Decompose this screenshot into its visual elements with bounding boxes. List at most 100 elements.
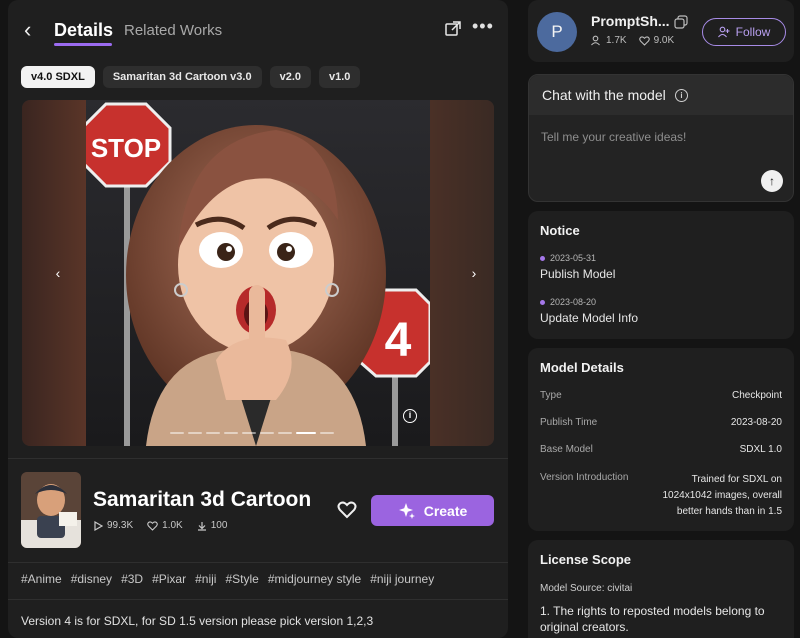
carousel-next-preview bbox=[430, 100, 494, 446]
divider bbox=[8, 562, 508, 563]
top-bar: ‹ Details Related Works ••• bbox=[8, 0, 508, 62]
downloads-count: 100 bbox=[210, 520, 228, 531]
model-thumbnail bbox=[21, 472, 81, 548]
author-stats: 1.7K 9.0K bbox=[591, 35, 674, 46]
model-detail-panel: ‹ Details Related Works ••• v4.0 SDXL Sa… bbox=[8, 0, 508, 638]
tag-link[interactable]: #Style bbox=[225, 572, 258, 586]
carousel-next-icon[interactable]: › bbox=[464, 263, 484, 283]
carousel-dot[interactable] bbox=[224, 432, 238, 434]
author-card: P PromptSh... 1.7K 9.0K Follow bbox=[528, 0, 794, 62]
chat-title: Chat with the model bbox=[542, 87, 666, 103]
notice-title: Notice bbox=[540, 223, 580, 238]
image-info-icon[interactable]: i bbox=[403, 409, 417, 423]
license-card: License Scope Model Source: civitai 1. T… bbox=[528, 540, 794, 638]
favorite-heart-icon[interactable] bbox=[337, 500, 357, 520]
carousel-prev-icon[interactable]: ‹ bbox=[48, 263, 68, 283]
chat-card: Chat with the model i Tell me your creat… bbox=[528, 74, 794, 202]
add-user-icon bbox=[717, 26, 730, 38]
share-icon[interactable] bbox=[444, 20, 462, 38]
detail-value: Checkpoint bbox=[731, 390, 782, 401]
bullet-dot bbox=[540, 255, 545, 261]
notice-date: 2023-08-20 bbox=[550, 297, 597, 307]
detail-value: Trained for SDXL on 1024x1042 images, ov… bbox=[662, 474, 782, 517]
download-icon bbox=[197, 521, 206, 531]
model-details-card: Model Details Type Checkpoint Publish Ti… bbox=[528, 348, 794, 531]
license-source: Model Source: civitai bbox=[540, 583, 633, 594]
version-chip[interactable]: Samaritan 3d Cartoon v3.0 bbox=[102, 66, 262, 88]
author-name[interactable]: PromptSh... bbox=[591, 13, 670, 29]
tag-link[interactable]: #midjourney style bbox=[268, 572, 361, 586]
carousel-dot[interactable] bbox=[170, 432, 184, 434]
views-count: 99.3K bbox=[107, 520, 134, 531]
detail-key: Publish Time bbox=[540, 417, 598, 428]
license-text: 1. The rights to reposted models belong … bbox=[540, 604, 765, 634]
tag-link[interactable]: #niji journey bbox=[370, 572, 434, 586]
notice-date: 2023-05-31 bbox=[550, 253, 597, 263]
active-tab-indicator bbox=[54, 43, 112, 46]
tab-details[interactable]: Details bbox=[54, 20, 113, 41]
divider bbox=[8, 599, 508, 600]
carousel-dot[interactable] bbox=[320, 432, 334, 434]
sign-number: 4 bbox=[385, 314, 412, 367]
tag-link[interactable]: #niji bbox=[195, 572, 216, 586]
carousel-dot[interactable] bbox=[296, 432, 316, 434]
heart-icon bbox=[638, 35, 650, 46]
tag-link[interactable]: #3D bbox=[121, 572, 143, 586]
follow-button[interactable]: Follow bbox=[702, 18, 786, 46]
carousel-dot[interactable] bbox=[242, 432, 256, 434]
divider bbox=[8, 458, 508, 459]
image-carousel[interactable]: STOP 4 ‹ › i bbox=[22, 100, 494, 446]
send-arrow-icon[interactable]: ↑ bbox=[761, 170, 783, 192]
tab-related-works[interactable]: Related Works bbox=[124, 22, 222, 39]
info-icon[interactable]: i bbox=[675, 89, 688, 102]
tag-list: #Anime #disney #3D #Pixar #niji #Style #… bbox=[21, 572, 434, 586]
detail-value: SDXL 1.0 bbox=[739, 444, 782, 455]
tag-link[interactable]: #Pixar bbox=[152, 572, 186, 586]
detail-key: Base Model bbox=[540, 444, 593, 455]
notice-card: Notice 2023-05-31 Publish Model 2023-08-… bbox=[528, 211, 794, 339]
notice-label: Update Model Info bbox=[540, 311, 639, 325]
model-preview-image: STOP 4 bbox=[86, 100, 430, 446]
model-description: Version 4 is for SDXL, for SD 1.5 versio… bbox=[21, 614, 374, 628]
followers-stat: 1.7K bbox=[591, 35, 627, 46]
detail-value: 2023-08-20 bbox=[730, 417, 782, 428]
version-selector: v4.0 SDXL Samaritan 3d Cartoon v3.0 v2.0… bbox=[21, 66, 361, 90]
likes-count: 1.0K bbox=[162, 520, 183, 531]
carousel-indicators bbox=[170, 432, 334, 434]
version-chip[interactable]: v1.0 bbox=[319, 66, 361, 88]
carousel-dot[interactable] bbox=[260, 432, 274, 434]
version-chip[interactable]: v4.0 SDXL bbox=[21, 66, 95, 88]
carousel-dot[interactable] bbox=[206, 432, 220, 434]
carousel-dot[interactable] bbox=[278, 432, 292, 434]
more-options-icon[interactable]: ••• bbox=[472, 16, 494, 37]
views-stat: 99.3K bbox=[93, 520, 133, 531]
tag-link[interactable]: #Anime bbox=[21, 572, 62, 586]
detail-key: Version Introduction bbox=[540, 472, 629, 483]
create-button[interactable]: Create bbox=[371, 495, 494, 526]
sparkle-icon bbox=[398, 502, 415, 519]
notice-label: Publish Model bbox=[540, 267, 616, 281]
stop-sign-text: STOP bbox=[91, 133, 161, 163]
carousel-dot[interactable] bbox=[188, 432, 202, 434]
version-chip[interactable]: v2.0 bbox=[269, 66, 312, 88]
tag-link[interactable]: #disney bbox=[71, 572, 112, 586]
author-likes-stat: 9.0K bbox=[638, 35, 675, 46]
bullet-dot bbox=[540, 299, 545, 305]
downloads-stat: 100 bbox=[197, 520, 228, 531]
notice-item: 2023-05-31 Publish Model bbox=[540, 253, 615, 281]
chat-input[interactable]: Tell me your creative ideas! bbox=[541, 130, 686, 144]
license-title: License Scope bbox=[540, 552, 632, 567]
back-arrow-icon[interactable]: ‹ bbox=[24, 18, 31, 42]
author-likes-count: 9.0K bbox=[653, 35, 675, 46]
detail-key: Type bbox=[540, 390, 562, 401]
create-label: Create bbox=[423, 502, 468, 519]
chat-header: Chat with the model i bbox=[529, 75, 793, 115]
play-icon bbox=[94, 520, 103, 531]
model-title: Samaritan 3d Cartoon bbox=[93, 488, 312, 511]
follow-label: Follow bbox=[735, 25, 771, 39]
copy-icon[interactable] bbox=[674, 15, 688, 29]
user-plus-icon bbox=[591, 35, 600, 46]
followers-count: 1.7K bbox=[606, 35, 627, 46]
notice-item: 2023-08-20 Update Model Info bbox=[540, 297, 638, 325]
avatar[interactable]: P bbox=[537, 12, 577, 52]
